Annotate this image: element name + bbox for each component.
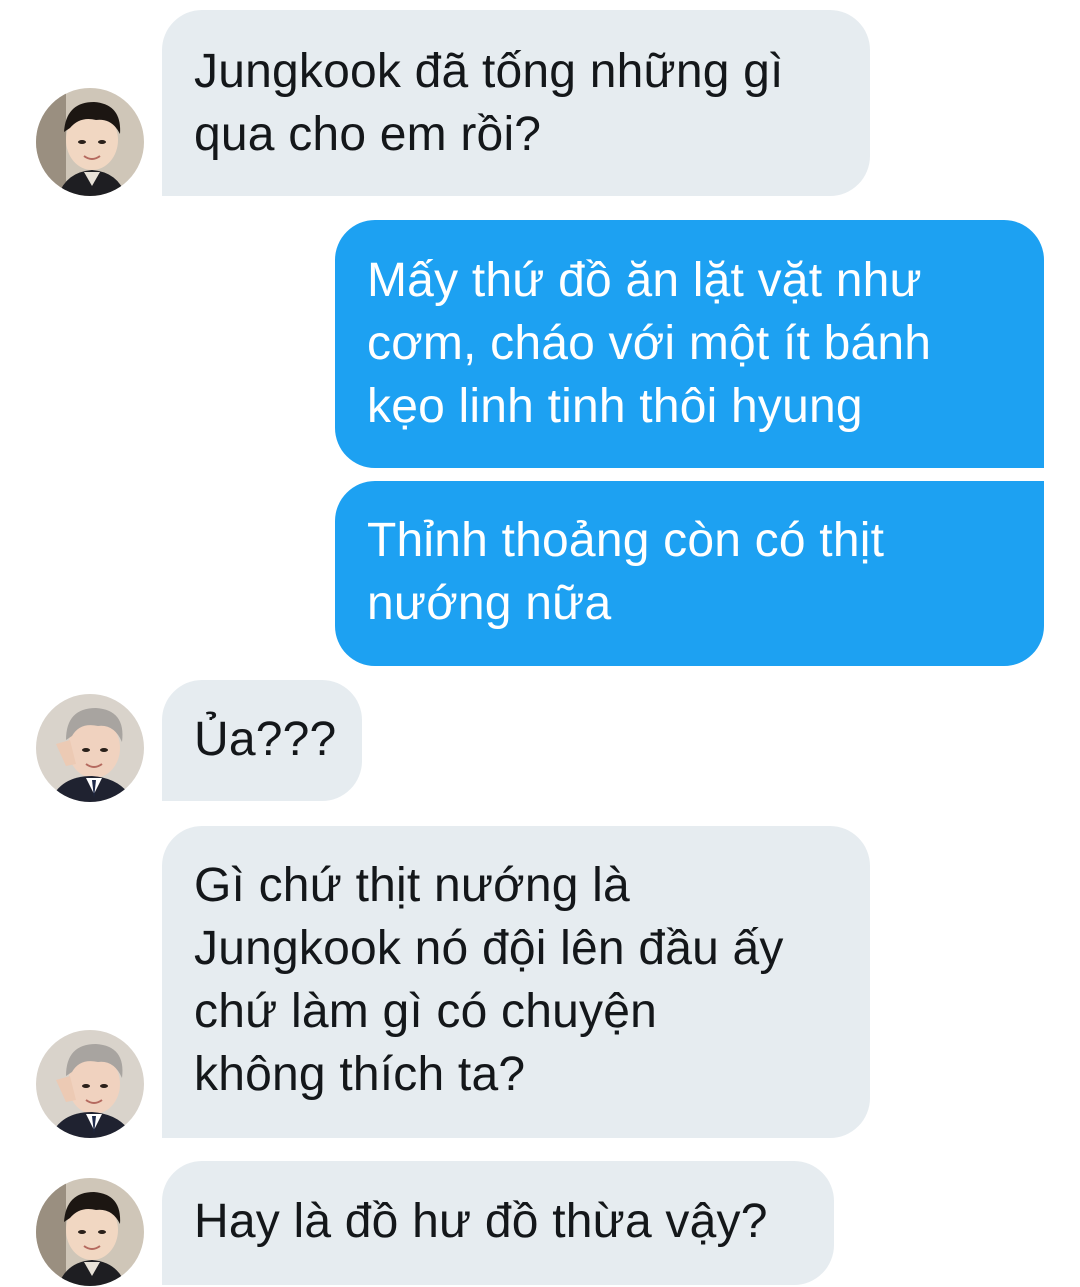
received-message-bubble[interactable]: Gì chứ thịt nướng là Jungkook nó đội lên… — [162, 826, 870, 1138]
sent-message-bubble[interactable]: Mấy thứ đồ ăn lặt vặt như cơm, cháo với … — [335, 220, 1044, 468]
message-text-line: Gì chứ thịt nướng là — [194, 859, 630, 912]
message-text-line: không thích ta? — [194, 1048, 526, 1101]
message-text-line: Mấy thứ đồ ăn lặt vặt như — [367, 254, 922, 307]
message-text-line: Jungkook nó đội lên đầu ấy — [194, 922, 784, 975]
message-text-line: Jungkook đã tống những gì — [194, 45, 784, 98]
message-text-line: Hay là đồ hư đồ thừa vậy? — [194, 1195, 768, 1248]
message-text-line: chứ làm gì có chuyện — [194, 985, 658, 1038]
message-text-line: Ủa??? — [194, 713, 337, 766]
received-message-bubble[interactable]: Jungkook đã tống những gì qua cho em rồi… — [162, 10, 870, 196]
message-text-line: Thỉnh thoảng còn có thịt — [367, 514, 885, 567]
message-text-line: qua cho em rồi? — [194, 108, 542, 161]
avatar-portrait-icon — [36, 88, 144, 196]
received-message-bubble[interactable]: Ủa??? — [162, 680, 362, 801]
avatar-black-hair[interactable] — [36, 88, 144, 196]
message-text-line: cơm, cháo với một ít bánh — [367, 317, 932, 370]
avatar-gray-hair[interactable] — [36, 694, 144, 802]
avatar-portrait-icon — [36, 1030, 144, 1138]
sent-message-bubble[interactable]: Thỉnh thoảng còn có thịt nướng nữa — [335, 481, 1044, 666]
message-text-line: kẹo linh tinh thôi hyung — [367, 380, 863, 433]
avatar-gray-hair[interactable] — [36, 1030, 144, 1138]
avatar-portrait-icon — [36, 1178, 144, 1286]
message-text-line: nướng nữa — [367, 577, 612, 630]
avatar-black-hair[interactable] — [36, 1178, 144, 1286]
received-message-bubble[interactable]: Hay là đồ hư đồ thừa vậy? — [162, 1161, 834, 1285]
avatar-portrait-icon — [36, 694, 144, 802]
